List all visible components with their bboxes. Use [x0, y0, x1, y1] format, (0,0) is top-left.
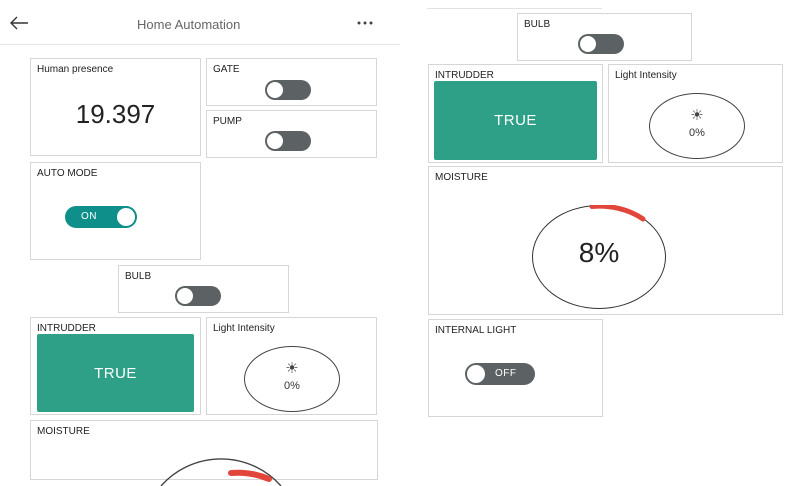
light-intensity-value: 0%: [284, 380, 300, 392]
light-intensity-value: 0%: [689, 127, 705, 139]
light-intensity-label: Light Intensity: [615, 70, 677, 81]
moisture-widget: MOISTURE: [30, 420, 378, 486]
toggle-state-text: OFF: [495, 368, 517, 379]
internal-light-widget: INTERNAL LIGHT OFF: [428, 319, 603, 417]
internal-light-label: INTERNAL LIGHT: [435, 325, 517, 336]
moisture-widget: MOISTURE 8%: [428, 166, 783, 315]
moisture-label: MOISTURE: [435, 172, 488, 183]
arrow-left-icon: [10, 16, 28, 30]
bulb-label: BULB: [524, 19, 551, 30]
bulb-widget: BULB: [517, 13, 692, 61]
moisture-gauge-arc: [160, 458, 282, 486]
toggle-knob: [117, 208, 135, 226]
more-menu-icon[interactable]: [355, 16, 375, 28]
internal-light-toggle[interactable]: OFF: [465, 363, 535, 385]
sun-icon: ☀: [285, 360, 299, 377]
gate-widget: GATE: [206, 58, 377, 106]
toggle-knob: [177, 288, 193, 304]
bulb-label: BULB: [125, 271, 152, 282]
bulb-toggle[interactable]: [175, 286, 221, 306]
toggle-knob: [467, 365, 485, 383]
human-presence-widget: Human presence 19.397: [30, 58, 201, 156]
auto-mode-toggle[interactable]: ON: [65, 206, 137, 228]
bulb-widget: BULB: [118, 265, 289, 313]
gate-toggle[interactable]: [265, 80, 311, 100]
intruder-label: INTRUDDER: [37, 323, 96, 334]
intruder-value-box: TRUE: [37, 334, 194, 412]
toggle-state-text: ON: [81, 211, 97, 222]
toggle-knob: [580, 36, 596, 52]
right-top-divider: [427, 8, 602, 9]
intruder-value-box: TRUE: [434, 81, 597, 160]
back-icon[interactable]: [8, 15, 30, 31]
page-title: Home Automation: [137, 17, 241, 32]
pump-widget: PUMP: [206, 110, 377, 158]
light-intensity-gauge: ☀ 0%: [649, 93, 745, 159]
light-intensity-widget: Light Intensity ☀ 0%: [608, 64, 783, 163]
moisture-gauge-arc: [589, 205, 646, 222]
moisture-label: MOISTURE: [37, 426, 90, 437]
intruder-widget: INTRUDDER TRUE: [428, 64, 603, 163]
intruder-label: INTRUDDER: [435, 70, 494, 81]
auto-mode-widget: AUTO MODE ON: [30, 162, 201, 260]
toggle-knob: [267, 133, 283, 149]
gate-label: GATE: [213, 64, 240, 75]
bulb-toggle[interactable]: [578, 34, 624, 54]
light-intensity-label: Light Intensity: [213, 323, 275, 334]
human-presence-value: 19.397: [75, 99, 156, 129]
more-horizontal-icon: [357, 21, 373, 25]
pump-toggle[interactable]: [265, 131, 311, 151]
pump-label: PUMP: [213, 116, 242, 127]
toggle-knob: [267, 82, 283, 98]
header-divider: [0, 44, 400, 45]
human-presence-label: Human presence: [37, 64, 114, 75]
sun-icon: ☀: [690, 107, 704, 124]
intruder-widget: INTRUDDER TRUE: [30, 317, 201, 415]
light-intensity-gauge: ☀ 0%: [244, 346, 340, 412]
light-intensity-widget: Light Intensity ☀ 0%: [206, 317, 377, 415]
auto-mode-label: AUTO MODE: [37, 168, 98, 179]
